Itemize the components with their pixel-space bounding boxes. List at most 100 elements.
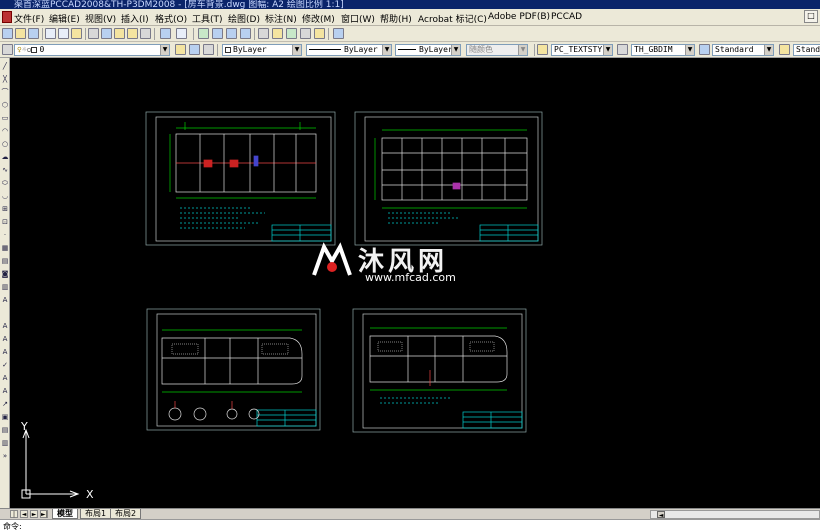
markup-icon[interactable] — [314, 28, 325, 39]
mtext-icon[interactable]: A — [1, 296, 9, 304]
layer-previous-icon[interactable] — [189, 44, 200, 55]
text-style-icon[interactable] — [537, 44, 548, 55]
menu-help[interactable]: 帮助(H) — [380, 12, 412, 25]
mleader-style-icon[interactable] — [779, 44, 790, 55]
tab-layout1[interactable]: 布局1 — [80, 509, 112, 519]
command-line[interactable]: 命令: — [0, 519, 820, 531]
revcloud-icon[interactable]: ☁ — [1, 153, 9, 161]
text-edit-icon[interactable]: A — [1, 335, 9, 343]
zoom-previous-icon[interactable] — [240, 28, 251, 39]
menu-file[interactable]: 文件(F) — [14, 12, 44, 25]
zoom-window-icon[interactable] — [226, 28, 237, 39]
layer-states-icon[interactable] — [203, 44, 214, 55]
make-block-icon[interactable]: ⊡ — [1, 218, 9, 226]
scroll-left-arrow[interactable]: ◄ — [657, 511, 665, 519]
polygon-icon[interactable]: ⬡ — [1, 101, 9, 109]
menu-acrobat[interactable]: Acrobat 标记(C) — [418, 12, 487, 25]
next-tab-button[interactable]: ► — [30, 510, 38, 518]
field-icon[interactable]: ▥ — [1, 439, 9, 447]
attribute-icon[interactable]: ▤ — [1, 426, 9, 434]
menu-adobe-pdf[interactable]: Adobe PDF(B) — [488, 12, 550, 22]
help-icon[interactable] — [333, 28, 344, 39]
menu-modify[interactable]: 修改(M) — [302, 12, 335, 25]
menu-dimension[interactable]: 标注(N) — [265, 12, 297, 25]
last-tab-button[interactable]: ►| — [40, 510, 48, 518]
table-icon[interactable]: ▥ — [1, 283, 9, 291]
justify-text-icon[interactable]: A — [1, 387, 9, 395]
region-icon[interactable]: ◙ — [1, 270, 9, 278]
app-icon[interactable] — [2, 11, 12, 23]
undo-icon[interactable] — [160, 28, 171, 39]
print-icon[interactable] — [45, 28, 56, 39]
menu-pccad[interactable]: PCCAD — [551, 12, 582, 22]
drawing-sheet-plan-1[interactable] — [145, 111, 336, 246]
insert-block-icon[interactable]: ⊞ — [1, 205, 9, 213]
menu-window[interactable]: 窗口(W) — [341, 12, 375, 25]
spell-check-icon[interactable]: ✓ — [1, 361, 9, 369]
ellipse-icon[interactable]: ⬭ — [1, 179, 9, 187]
redo-icon[interactable] — [176, 28, 187, 39]
copy-icon[interactable] — [101, 28, 112, 39]
hatch-icon[interactable]: ▦ — [1, 244, 9, 252]
print-preview-icon[interactable] — [58, 28, 69, 39]
circle-icon[interactable]: ○ — [1, 140, 9, 148]
first-tab-button[interactable]: |◄ — [10, 510, 18, 526]
polyline-icon[interactable]: ⌒ — [1, 88, 9, 96]
match-properties-icon[interactable] — [127, 28, 138, 39]
cut-icon[interactable] — [88, 28, 99, 39]
publish-icon[interactable] — [71, 28, 82, 39]
tab-layout2[interactable]: 布局2 — [110, 509, 142, 519]
color-dropdown[interactable]: ByLayer ▼ — [222, 44, 302, 56]
dim-style-dropdown[interactable]: TH_GBDIM ▼ — [631, 44, 695, 56]
prev-tab-button[interactable]: ◄ — [20, 510, 28, 518]
restore-button[interactable]: □ — [804, 10, 818, 23]
menu-draw[interactable]: 绘图(D) — [228, 12, 260, 25]
sheet-set-icon[interactable] — [300, 28, 311, 39]
scale-text-icon[interactable]: A — [1, 374, 9, 382]
find-text-icon[interactable]: A — [1, 348, 9, 356]
more-tools-icon[interactable]: » — [1, 452, 9, 460]
horizontal-scrollbar[interactable]: ◄ — [650, 510, 820, 519]
drawing-canvas[interactable]: Y X 沐风网 www.mfcad.com — [10, 58, 820, 508]
table-style-dropdown[interactable]: Standard ▼ — [712, 44, 774, 56]
open-file-icon[interactable] — [15, 28, 26, 39]
spline-icon[interactable]: ∿ — [1, 166, 9, 174]
drawing-sheet-elevation-2[interactable] — [352, 308, 527, 433]
point-icon[interactable]: · — [1, 231, 9, 239]
zoom-realtime-icon[interactable] — [212, 28, 223, 39]
layer-manager-icon[interactable] — [2, 44, 13, 55]
arrow-icon[interactable]: ↗ — [1, 400, 9, 408]
text-icon[interactable]: A — [1, 322, 9, 330]
save-icon[interactable] — [28, 28, 39, 39]
linetype-dropdown[interactable]: ByLayer ▼ — [306, 44, 392, 56]
construction-line-icon[interactable]: ╳ — [1, 75, 9, 83]
pan-icon[interactable] — [198, 28, 209, 39]
tab-model[interactable]: 模型 — [52, 509, 78, 519]
gradient-icon[interactable]: ▤ — [1, 257, 9, 265]
design-center-icon[interactable] — [272, 28, 283, 39]
lineweight-dropdown[interactable]: ByLayer ▼ — [395, 44, 461, 56]
make-current-layer-icon[interactable] — [175, 44, 186, 55]
table-style-icon[interactable] — [699, 44, 710, 55]
new-file-icon[interactable] — [2, 28, 13, 39]
paste-icon[interactable] — [114, 28, 125, 39]
mleader-style-dropdown[interactable]: Stand — [793, 44, 820, 56]
line-icon[interactable]: ╱ — [1, 62, 9, 70]
menu-insert[interactable]: 插入(I) — [121, 12, 149, 25]
ellipse-arc-icon[interactable]: ◡ — [1, 192, 9, 200]
menu-edit[interactable]: 编辑(E) — [49, 12, 80, 25]
menu-tools[interactable]: 工具(T) — [192, 12, 223, 25]
dim-style-icon[interactable] — [617, 44, 628, 55]
block-editor-icon[interactable] — [140, 28, 151, 39]
image-icon[interactable]: ▣ — [1, 413, 9, 421]
rectangle-icon[interactable]: ▭ — [1, 114, 9, 122]
drawing-sheet-elevation-1[interactable] — [146, 308, 321, 431]
tool-palettes-icon[interactable] — [286, 28, 297, 39]
layer-dropdown[interactable]: ♀☼▫ 0 ▼ — [14, 44, 170, 56]
arc-icon[interactable]: ◠ — [1, 127, 9, 135]
menu-format[interactable]: 格式(O) — [155, 12, 187, 25]
properties-icon[interactable] — [258, 28, 269, 39]
drawing-sheet-plan-2[interactable] — [354, 111, 543, 246]
menu-view[interactable]: 视图(V) — [85, 12, 116, 25]
text-style-dropdown[interactable]: PC_TEXTSTY ▼ — [551, 44, 613, 56]
